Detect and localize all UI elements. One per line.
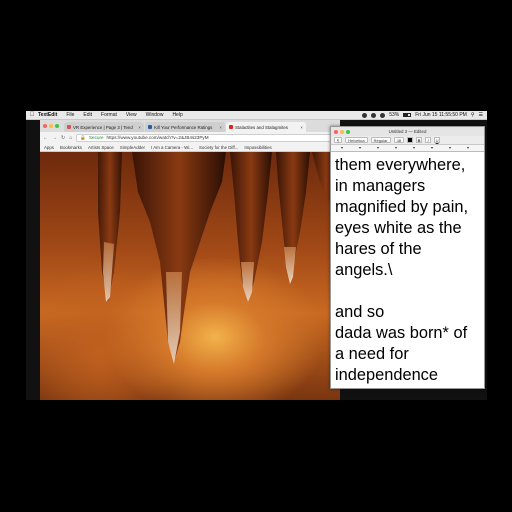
document-title: Untitled 3 — Edited — [388, 129, 427, 134]
bookmarks-bar: Apps Bookmarks Artists Space SimpleAdder… — [40, 143, 340, 152]
tab-favicon-icon — [67, 125, 71, 129]
spotlight-icon[interactable]: ⚲ — [471, 112, 475, 118]
clock[interactable]: Fri Jun 15 11:55:50 PM — [415, 112, 467, 118]
zoom-window-button[interactable] — [55, 124, 59, 128]
back-arrow-icon[interactable]: ← — [43, 135, 48, 141]
bookmark-society[interactable]: Society for the Diff... — [199, 145, 238, 150]
tab-vr-experience[interactable]: VR Experience | Page 3 | Tend × — [64, 122, 144, 132]
battery-percent[interactable]: 53% — [389, 112, 399, 118]
tab-stop-icon[interactable] — [359, 147, 361, 149]
close-window-button[interactable] — [334, 129, 338, 134]
apple-icon[interactable]:  — [26, 112, 38, 118]
browser-toolbar: ← → ↻ ⌂ 🔒 Secure https://www.youtube.com… — [40, 132, 340, 143]
textedit-titlebar: Untitled 3 — Edited — [331, 127, 484, 136]
menu-edit[interactable]: Edit — [83, 112, 92, 118]
menu-file[interactable]: File — [66, 112, 74, 118]
url-text: https://www.youtube.com/watch?v=2&JB4s23… — [106, 135, 209, 140]
format-bar: ¶ Helvetica Regular 48 B I U — [331, 136, 484, 145]
menu-view[interactable]: View — [126, 112, 137, 118]
font-family-select[interactable]: Helvetica — [345, 137, 368, 143]
desktop-screen:  TextEdit File Edit Format View Window … — [26, 111, 487, 400]
tab-title: VR Experience | Page 3 | Tend — [73, 124, 133, 130]
tab-title: Stalactites and Stalagmites — [235, 124, 288, 130]
browser-window: VR Experience | Page 3 | Tend × Kill You… — [40, 120, 340, 400]
video-player[interactable] — [40, 152, 340, 400]
tab-title: Kill Your Performance Ratings — [154, 124, 213, 130]
ruler[interactable] — [331, 145, 484, 152]
close-tab-icon[interactable]: × — [300, 125, 303, 130]
menu-window[interactable]: Window — [146, 112, 164, 118]
text-color-button[interactable] — [407, 137, 414, 143]
stalactites-image — [98, 152, 340, 364]
tab-stop-icon[interactable] — [395, 147, 397, 149]
textedit-window: Untitled 3 — Edited ¶ Helvetica Regular … — [330, 126, 485, 389]
bold-button[interactable]: B — [416, 137, 423, 143]
zoom-window-button[interactable] — [346, 129, 350, 134]
tab-stop-icon[interactable] — [413, 147, 415, 149]
status-icon[interactable] — [362, 112, 368, 118]
tab-bar: VR Experience | Page 3 | Tend × Kill You… — [40, 120, 340, 132]
tab-favicon-icon — [148, 125, 152, 129]
bookmark-impossibilities[interactable]: Impossibilities — [244, 145, 271, 150]
volume-icon[interactable] — [380, 112, 386, 118]
minimize-window-button[interactable] — [49, 124, 53, 128]
close-tab-icon[interactable]: × — [138, 125, 141, 130]
close-tab-icon[interactable]: × — [219, 125, 222, 130]
menu-bar:  TextEdit File Edit Format View Window … — [26, 111, 487, 120]
address-bar[interactable]: 🔒 Secure https://www.youtube.com/watch?v… — [76, 133, 337, 142]
forward-arrow-icon[interactable]: → — [52, 135, 57, 141]
bookmark-bookmarks[interactable]: Bookmarks — [60, 145, 82, 150]
reload-icon[interactable]: ↻ — [61, 135, 65, 141]
status-area: 53% Fri Jun 15 11:55:50 PM ⚲ ☰ — [362, 112, 487, 118]
window-controls — [43, 124, 59, 128]
tab-performance-ratings[interactable]: Kill Your Performance Ratings × — [145, 122, 225, 132]
window-controls — [334, 129, 350, 134]
tab-stop-icon[interactable] — [431, 147, 433, 149]
minimize-window-button[interactable] — [340, 129, 344, 134]
font-weight-select[interactable]: Regular — [370, 137, 391, 143]
tab-stop-icon[interactable] — [377, 147, 379, 149]
lock-icon: 🔒 — [80, 134, 86, 140]
document-text[interactable]: them everywhere, in managers magnified b… — [331, 152, 484, 386]
notification-center-icon[interactable]: ☰ — [479, 112, 483, 118]
paragraph-style-select[interactable]: ¶ — [334, 137, 343, 143]
bookmark-apps[interactable]: Apps — [44, 145, 54, 150]
tab-stop-icon[interactable] — [467, 147, 469, 149]
font-size-select[interactable]: 48 — [393, 137, 405, 143]
italic-button[interactable]: I — [425, 137, 432, 143]
underline-button[interactable]: U — [434, 137, 441, 143]
menu-format[interactable]: Format — [101, 112, 117, 118]
menu-textedit[interactable]: TextEdit — [38, 112, 57, 118]
bookmark-artists-space[interactable]: Artists Space — [88, 145, 114, 150]
wifi-icon[interactable] — [371, 112, 377, 118]
tab-stalactites[interactable]: Stalactites and Stalagmites × — [226, 122, 306, 132]
home-icon[interactable]: ⌂ — [69, 135, 72, 141]
secure-label: Secure — [88, 135, 104, 140]
close-window-button[interactable] — [43, 124, 47, 128]
bookmark-i-am-a-camera[interactable]: I Am a Camera - Wi... — [151, 145, 193, 150]
tab-stop-icon[interactable] — [449, 147, 451, 149]
youtube-favicon-icon — [229, 125, 233, 129]
tab-stop-icon[interactable] — [341, 147, 343, 149]
bookmark-simpleadder[interactable]: SimpleAdder — [120, 145, 145, 150]
battery-icon[interactable] — [403, 113, 412, 117]
menu-help[interactable]: Help — [172, 112, 182, 118]
